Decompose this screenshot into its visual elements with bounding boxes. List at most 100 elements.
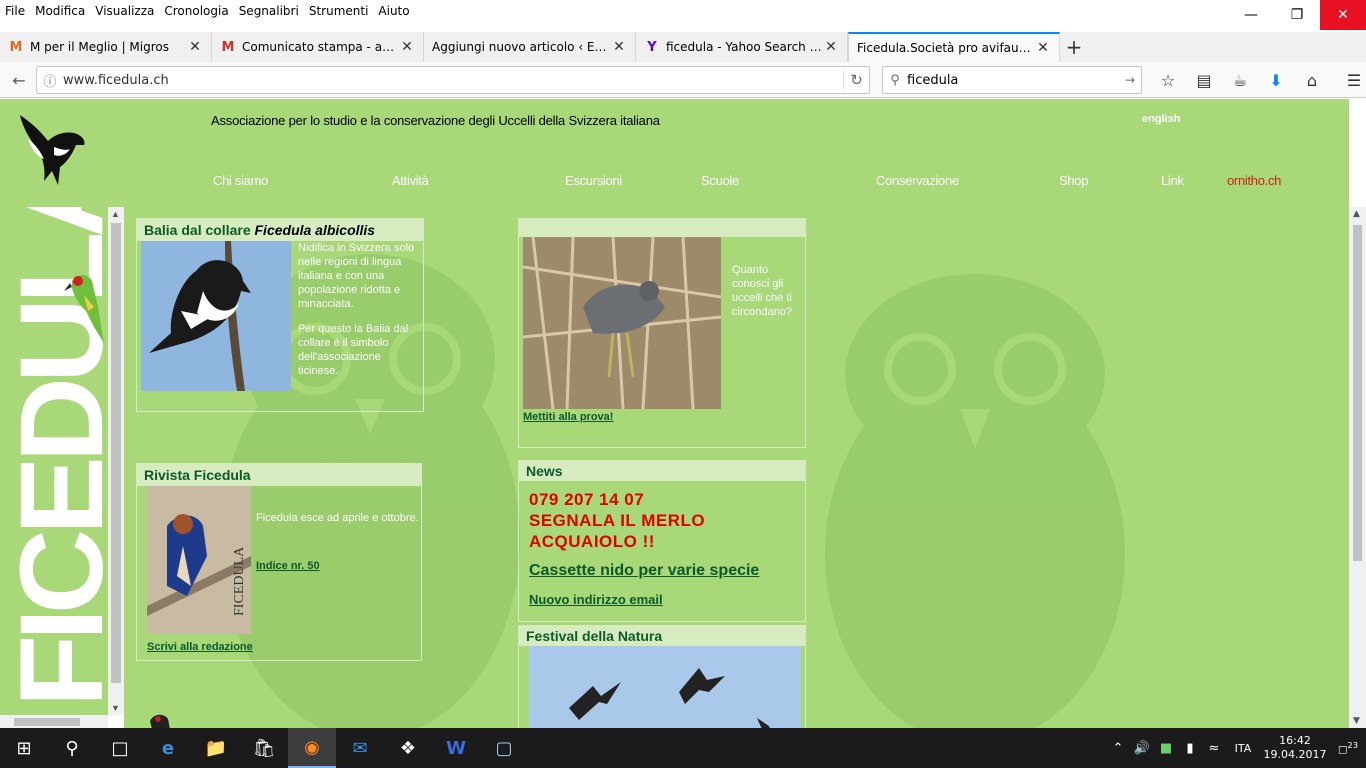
menu-aiuto[interactable]: Aiuto	[373, 4, 414, 18]
nav-chi-siamo[interactable]: Chi siamo	[213, 173, 268, 188]
tab-title: Ficedula.Società pro avifauna ...	[857, 41, 1035, 55]
nav-link[interactable]: Link	[1161, 173, 1184, 188]
system-tray: ⌃ 🔊 ■ ▮ ≈ ITA 16:42 19.04.2017 □23	[1106, 728, 1366, 768]
search-go-icon[interactable]: →	[1119, 73, 1141, 87]
chevron-up-icon[interactable]: ⌃	[1106, 741, 1130, 756]
tab-gmail[interactable]: M Comunicato stampa - ass... ✕	[212, 32, 424, 62]
scroll-thumb[interactable]	[1353, 225, 1362, 561]
menu-strumenti[interactable]: Strumenti	[304, 4, 374, 18]
close-tab-icon[interactable]: ✕	[187, 39, 203, 55]
back-button[interactable]: ←	[4, 65, 34, 95]
wifi-icon[interactable]: ≈	[1202, 741, 1226, 756]
search-input[interactable]	[907, 72, 1119, 88]
quiz-heading	[519, 219, 805, 237]
tab-wordpress[interactable]: Aggiungi nuovo articolo ‹ ETi... ✕	[424, 32, 636, 62]
left-frame-vertical-scrollbar[interactable]: ▲ ▼	[108, 207, 124, 715]
scroll-down-icon[interactable]: ▼	[1353, 716, 1360, 726]
menu-visualizza[interactable]: Visualizza	[90, 4, 159, 18]
network-app-icon[interactable]: ■	[1154, 741, 1178, 756]
file-explorer-icon[interactable]: 📁	[192, 728, 240, 768]
app-icon[interactable]: ▢	[480, 728, 528, 768]
left-frame: FICEDULA ▲ ▼	[0, 207, 124, 728]
left-frame-horizontal-scrollbar[interactable]	[0, 715, 108, 728]
news-heading: News	[519, 461, 805, 481]
scroll-up-icon[interactable]: ▲	[1353, 209, 1360, 219]
nav-attivita[interactable]: Attività	[392, 173, 429, 188]
language-indicator[interactable]: ITA	[1226, 742, 1260, 755]
news-segnala: SEGNALA IL MERLO	[529, 511, 706, 530]
tab-migros[interactable]: M M per il Meglio | Migros ✕	[0, 32, 212, 62]
word-icon[interactable]: W	[432, 728, 480, 768]
scroll-up-icon[interactable]: ▲	[111, 209, 120, 219]
ficedula-logo-bird[interactable]	[14, 111, 90, 189]
news-phone: 079 207 14 07	[529, 490, 645, 509]
nav-escursioni[interactable]: Escursioni	[565, 173, 622, 188]
english-link[interactable]: english	[1142, 113, 1181, 125]
start-windows-icon[interactable]: ⊞	[0, 728, 48, 768]
menu-file[interactable]: File	[0, 4, 30, 18]
minimize-button[interactable]: —	[1228, 0, 1274, 30]
task-view-icon[interactable]: □	[96, 728, 144, 768]
home-icon[interactable]: ⌂	[1294, 66, 1330, 94]
search-icon[interactable]: ⚲	[48, 728, 96, 768]
restore-button[interactable]: ❐	[1274, 0, 1320, 30]
pocket-icon[interactable]: ☕	[1222, 66, 1258, 94]
scrivi-redazione-link[interactable]: Scrivi alla redazione	[147, 641, 253, 653]
rivista-cover[interactable]: FICEDULA	[147, 486, 251, 634]
menu-modifica[interactable]: Modifica	[30, 4, 90, 18]
clock[interactable]: 16:42 19.04.2017	[1260, 734, 1330, 762]
notification-icon[interactable]: □23	[1330, 740, 1366, 755]
volume-icon[interactable]: 🔊	[1130, 741, 1154, 756]
close-tab-icon[interactable]: ✕	[399, 39, 415, 55]
close-tab-icon[interactable]: ✕	[1035, 40, 1051, 56]
woodpecker-icon	[64, 275, 104, 343]
search-bar[interactable]: ⚲ →	[882, 66, 1142, 94]
download-icon[interactable]: ⬇	[1258, 66, 1294, 94]
battery-icon[interactable]: ▮	[1178, 741, 1202, 756]
reader-list-icon[interactable]: ▤	[1186, 66, 1222, 94]
url-input[interactable]	[63, 68, 843, 92]
rivista-box: Rivista Ficedula FICEDULA Ficedula esce …	[136, 463, 422, 661]
new-tab-button[interactable]: +	[1060, 32, 1088, 62]
tab-yahoo[interactable]: Y ficedula - Yahoo Search R... ✕	[636, 32, 848, 62]
tab-ficedula[interactable]: Ficedula.Società pro avifauna ... ✕	[848, 32, 1060, 62]
scroll-thumb[interactable]	[111, 223, 121, 683]
yahoo-favicon-icon: Y	[647, 39, 657, 55]
scroll-thumb[interactable]	[14, 718, 80, 726]
nav-scuole[interactable]: Scuole	[701, 173, 739, 188]
clock-date: 19.04.2017	[1263, 748, 1327, 761]
nuovo-email-link[interactable]: Nuovo indirizzo email	[529, 592, 663, 607]
bookmark-star-icon[interactable]: ☆	[1150, 66, 1186, 94]
reload-icon[interactable]: ↻	[843, 71, 869, 89]
close-window-button[interactable]: ✕	[1320, 0, 1366, 30]
navigation-bar: ← ⓘ ↻ ⚲ → ☆ ▤ ☕ ⬇ ⌂ ☰	[0, 62, 1366, 98]
scroll-down-icon[interactable]: ▼	[111, 703, 120, 713]
festival-heading[interactable]: Festival della Natura	[519, 626, 805, 646]
cover-title: FICEDULA	[232, 546, 247, 616]
mettiti-alla-prova-link[interactable]: Mettiti alla prova!	[523, 411, 613, 423]
menu-segnalibri[interactable]: Segnalibri	[234, 4, 304, 18]
info-icon[interactable]: ⓘ	[37, 71, 63, 90]
notification-count: 23	[1347, 740, 1359, 751]
balia-box: Balia dal collare Ficedula albicollis Ni…	[136, 218, 424, 412]
nav-shop[interactable]: Shop	[1059, 173, 1088, 188]
cassette-nido-link[interactable]: Cassette nido per varie specie	[529, 562, 759, 580]
outlook-icon[interactable]: ✉	[336, 728, 384, 768]
hamburger-menu-icon[interactable]: ☰	[1336, 66, 1366, 94]
edge-browser-icon[interactable]: e	[144, 728, 192, 768]
festival-photo	[529, 646, 801, 728]
page-vertical-scrollbar[interactable]: ▲ ▼	[1349, 207, 1366, 728]
dropbox-icon[interactable]: ❖	[384, 728, 432, 768]
toolbar-icons: ☆ ▤ ☕ ⬇ ⌂ ☰	[1150, 66, 1366, 94]
web-page: Associazione per lo studio e la conserva…	[0, 99, 1349, 728]
close-tab-icon[interactable]: ✕	[611, 39, 627, 55]
menu-cronologia[interactable]: Cronologia	[159, 4, 233, 18]
nav-conservazione[interactable]: Conservazione	[876, 173, 959, 188]
indice-link[interactable]: Indice nr. 50	[256, 560, 320, 572]
close-tab-icon[interactable]: ✕	[823, 39, 839, 55]
nav-ornitho[interactable]: ornitho.ch	[1227, 173, 1281, 188]
quiz-box: Quanto conosci gli uccelli che ti circon…	[518, 218, 806, 448]
firefox-icon[interactable]: ◉	[288, 728, 336, 768]
store-icon[interactable]: 🛍	[240, 728, 288, 768]
url-bar[interactable]: ⓘ ↻	[36, 66, 870, 94]
